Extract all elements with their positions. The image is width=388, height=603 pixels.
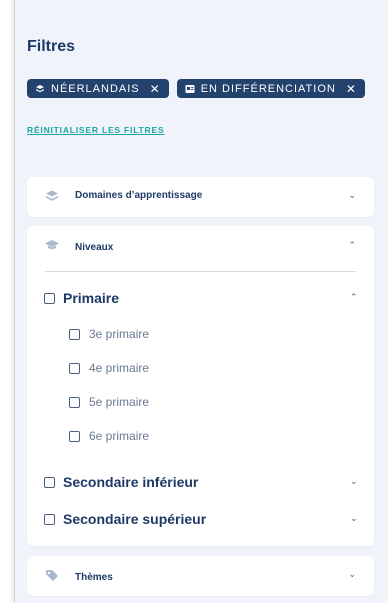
themes-label: Thèmes: [75, 572, 113, 583]
sublevel-3e-primaire[interactable]: 3e primaire: [69, 327, 149, 341]
filters-title: Filtres: [27, 38, 76, 55]
checkbox-3e-primaire[interactable]: [69, 328, 80, 340]
domaines-section: Domaines d’apprentissage ⌄: [27, 177, 374, 217]
themes-header[interactable]: Thèmes ⌄: [27, 556, 374, 596]
sublevel-5e-primaire[interactable]: 5e primaire: [69, 395, 149, 409]
sublevel-4e-primaire[interactable]: 4e primaire: [69, 361, 149, 375]
checkbox-6e-primaire[interactable]: [69, 430, 80, 442]
chevron-up-icon[interactable]: ⌃: [348, 240, 356, 251]
themes-section: Thèmes ⌄: [27, 556, 374, 596]
level-label: Secondaire inférieur: [63, 474, 199, 490]
domaines-label: Domaines d’apprentissage: [75, 190, 203, 201]
reset-filters-link[interactable]: RÉINITIALISER LES FILTRES: [27, 125, 164, 135]
close-icon[interactable]: ✕: [346, 82, 357, 96]
chevron-down-icon[interactable]: ⌄: [348, 569, 356, 580]
level-label: Primaire: [63, 290, 120, 306]
sublevel-label: 6e primaire: [89, 429, 150, 443]
checkbox-primaire[interactable]: [44, 292, 55, 304]
chevron-down-icon[interactable]: ⌄: [350, 476, 358, 487]
sublevel-label: 3e primaire: [89, 327, 150, 341]
level-primaire[interactable]: Primaire: [44, 290, 119, 306]
level-label: Secondaire supérieur: [63, 511, 207, 527]
sublevel-label: 4e primaire: [89, 361, 150, 375]
filter-chip-neerlandais[interactable]: NÉERLANDAIS ✕: [27, 79, 169, 98]
close-icon[interactable]: ✕: [150, 82, 161, 96]
chevron-up-icon[interactable]: ⌃: [350, 292, 358, 303]
checkbox-secondaire-superieur[interactable]: [44, 513, 55, 525]
id-card-icon: [185, 84, 195, 93]
tag-icon: [46, 570, 58, 581]
niveaux-header[interactable]: Niveaux ⌃: [27, 226, 374, 266]
level-secondaire-superieur[interactable]: Secondaire supérieur: [44, 511, 206, 527]
niveaux-label: Niveaux: [75, 242, 114, 253]
sublevel-6e-primaire[interactable]: 6e primaire: [69, 429, 149, 443]
checkbox-4e-primaire[interactable]: [69, 362, 80, 374]
active-filter-chips: NÉERLANDAIS ✕ EN DIFFÉRENCIATION ✕: [27, 79, 365, 98]
layers-icon: [36, 84, 44, 92]
chevron-down-icon[interactable]: ⌄: [350, 513, 358, 524]
niveaux-section: Niveaux ⌃: [27, 226, 374, 546]
chevron-down-icon[interactable]: ⌄: [348, 190, 356, 201]
domaines-header[interactable]: Domaines d’apprentissage ⌄: [27, 177, 374, 217]
checkbox-5e-primaire[interactable]: [69, 396, 80, 408]
filter-chip-differenciation[interactable]: EN DIFFÉRENCIATION ✕: [176, 79, 365, 98]
niveaux-divider: [45, 271, 356, 272]
chip-label: EN DIFFÉRENCIATION: [200, 82, 336, 95]
checkbox-secondaire-inferieur[interactable]: [44, 476, 55, 488]
level-secondaire-inferieur[interactable]: Secondaire inférieur: [44, 474, 198, 490]
graduation-cap-icon: [45, 240, 59, 249]
sublevel-label: 5e primaire: [89, 395, 150, 409]
chip-label: NÉERLANDAIS: [51, 82, 140, 95]
layers-icon: [46, 190, 58, 201]
